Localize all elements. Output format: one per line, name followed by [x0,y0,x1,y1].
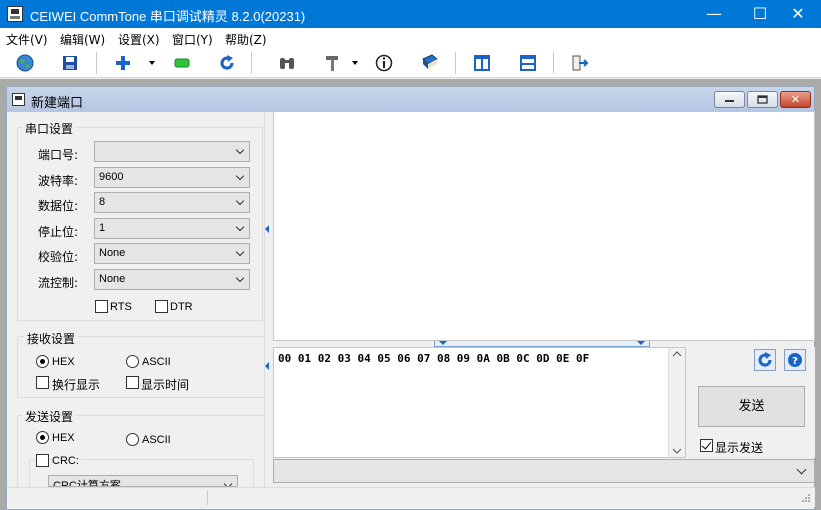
dtr-checkbox[interactable] [155,300,168,313]
title-bar: CEIWEI CommTone 串口调试精灵 8.2.0(20231) — ☐ … [0,0,821,28]
newline-label: 换行显示 [52,378,101,392]
databits-select[interactable]: 8 [94,192,250,213]
receive-ascii-label: ASCII [142,356,171,368]
baud-label: 波特率: [38,174,79,188]
command-select[interactable] [273,459,815,483]
port-icon [12,93,25,106]
tile-horizontal-icon[interactable] [517,53,539,73]
vertical-splitter[interactable] [264,225,270,370]
tools-dropdown-icon[interactable] [352,61,358,65]
binoculars-icon[interactable] [276,53,298,73]
send-scrollbar[interactable] [668,348,685,457]
close-button[interactable]: ✕ [775,0,821,28]
menu-bar: 文件(V) 编辑(W) 设置(X) 窗口(Y) 帮助(Z) [0,28,821,48]
flow-select[interactable]: None [94,269,250,290]
save-icon[interactable] [59,53,81,73]
menu-settings[interactable]: 设置(X) [118,31,160,48]
tools-icon[interactable] [322,53,344,73]
window-title: CEIWEI CommTone 串口调试精灵 8.2.0(20231) [30,9,306,24]
send-button[interactable]: 发送 [698,386,805,427]
add-icon[interactable] [112,53,134,73]
resize-grip-icon[interactable] [801,492,811,502]
parity-select[interactable]: None [94,243,250,264]
receive-ascii-radio[interactable] [126,355,139,368]
rts-checkbox[interactable] [95,300,108,313]
send-ascii-label: ASCII [142,434,171,446]
crc-label: CRC: [52,455,81,467]
info-icon[interactable] [373,53,395,73]
send-hex-label: HEX [52,432,75,444]
crc-checkbox[interactable] [36,454,49,467]
child-close-button[interactable]: ✕ [780,91,811,108]
app-icon [7,6,23,22]
stopbits-label: 停止位: [38,225,79,239]
send-textarea[interactable]: 00 01 02 03 04 05 06 07 08 09 0A 0B 0C 0… [273,347,686,458]
refresh-icon[interactable] [216,53,238,73]
crc-select[interactable]: CRC计算方案 [48,475,238,487]
port-window-title-bar: 新建端口 ✕ [7,87,814,112]
status-bar [7,487,815,507]
newline-checkbox[interactable] [36,376,49,389]
menu-window[interactable]: 窗口(Y) [172,31,213,48]
receive-hex-radio[interactable] [36,355,49,368]
toolbar [0,48,821,78]
rts-label: RTS [110,301,132,313]
port-window-title: 新建端口 [31,96,84,111]
databits-label: 数据位: [38,199,79,213]
stopbits-select[interactable]: 1 [94,218,250,239]
receive-hex-label: HEX [52,356,75,368]
port-select[interactable] [94,141,250,162]
svg-text:?: ? [792,356,798,367]
exit-icon[interactable] [569,53,591,73]
send-hex-radio[interactable] [36,431,49,444]
baud-select[interactable]: 9600 [94,167,250,188]
send-settings-title: 发送设置 [22,408,77,425]
menu-edit[interactable]: 编辑(W) [60,31,105,48]
add-dropdown-icon[interactable] [149,61,155,65]
book-icon[interactable] [419,53,441,73]
tile-vertical-icon[interactable] [471,53,493,73]
parity-label: 校验位: [38,250,79,264]
menu-file[interactable]: 文件(V) [6,31,48,48]
show-time-checkbox[interactable] [126,376,139,389]
child-minimize-button[interactable] [714,91,745,108]
show-send-label: 显示发送 [715,441,764,455]
dtr-label: DTR [170,301,193,313]
send-refresh-icon[interactable] [754,349,776,371]
globe-icon[interactable] [14,53,36,73]
send-text: 00 01 02 03 04 05 06 07 08 09 0A 0B 0C 0… [278,352,590,365]
serial-settings-title: 串口设置 [22,120,77,137]
flow-label: 流控制: [38,276,79,290]
receive-textarea[interactable] [273,111,815,341]
minimize-button[interactable]: — [691,0,737,28]
show-send-checkbox[interactable] [700,439,713,452]
menu-help[interactable]: 帮助(Z) [225,31,267,48]
receive-settings-title: 接收设置 [24,330,79,347]
help-icon[interactable]: ? [784,349,806,371]
show-time-label: 显示时间 [141,378,190,392]
send-ascii-radio[interactable] [126,433,139,446]
child-restore-button[interactable] [747,91,778,108]
connect-icon[interactable] [171,53,193,73]
port-label: 端口号: [38,148,79,162]
